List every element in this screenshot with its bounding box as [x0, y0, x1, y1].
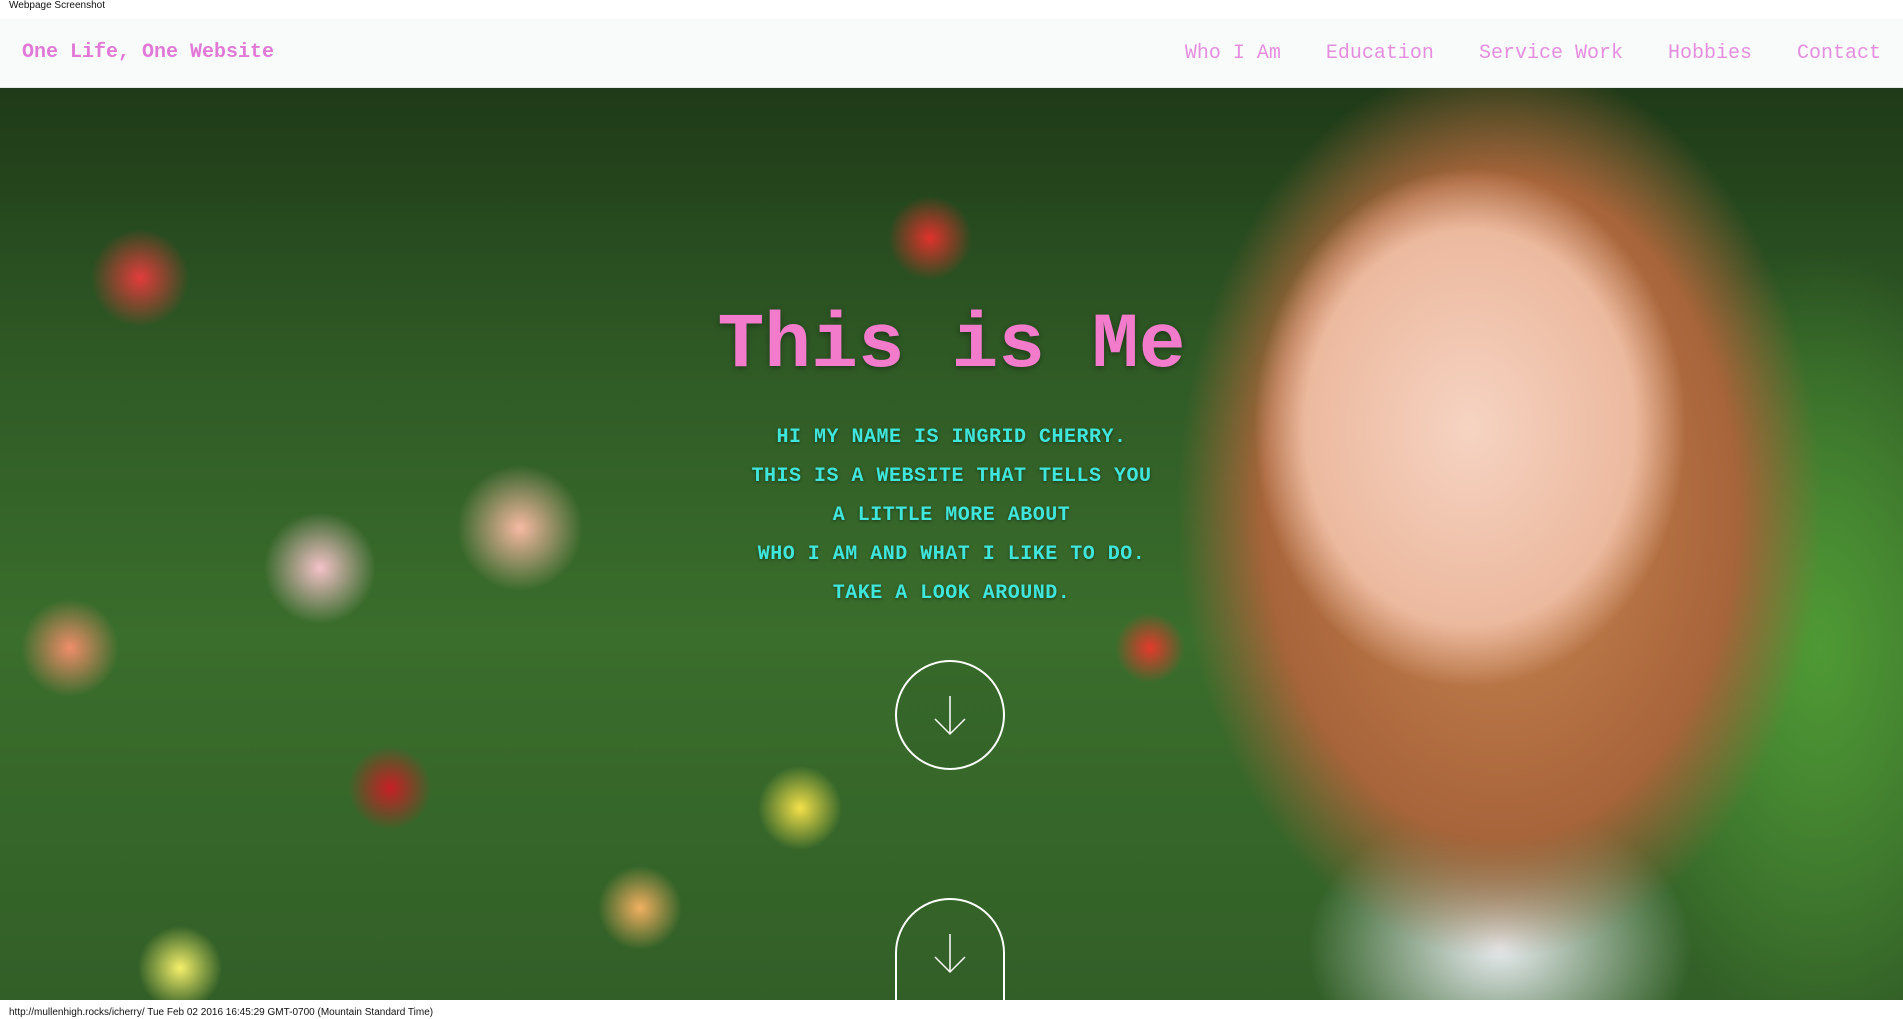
nav-link-hobbies[interactable]: Hobbies: [1668, 42, 1752, 65]
status-bar: http://mullenhigh.rocks/icherry/ Tue Feb…: [0, 1000, 1903, 1019]
intro-line: WHO I AM AND WHAT I LIKE TO DO.: [757, 543, 1146, 566]
hero-title: This is Me: [717, 302, 1186, 390]
intro-line: TAKE A LOOK AROUND.: [832, 582, 1071, 605]
site-brand-link[interactable]: One Life, One Website: [22, 41, 274, 64]
nav-link-service-work[interactable]: Service Work: [1479, 42, 1623, 65]
intro-line: A LITTLE MORE ABOUT: [832, 504, 1071, 527]
main-nav: Who I Am Education Service Work Hobbies …: [1185, 42, 1881, 65]
intro-line: HI MY NAME IS INGRID CHERRY.: [776, 426, 1127, 449]
scroll-down-button[interactable]: [895, 660, 1005, 770]
arrow-down-icon: [934, 934, 966, 974]
page: Webpage Screenshot One Life, One Website…: [0, 0, 1903, 1019]
nav-link-education[interactable]: Education: [1326, 42, 1434, 65]
hero-section: This is Me HI MY NAME IS INGRID CHERRY. …: [0, 88, 1903, 1000]
scroll-down-button-secondary[interactable]: [895, 898, 1005, 1000]
nav-link-who-i-am[interactable]: Who I Am: [1185, 42, 1281, 65]
hero-intro: HI MY NAME IS INGRID CHERRY. THIS IS A W…: [0, 418, 1903, 613]
top-navbar: One Life, One Website Who I Am Education…: [0, 19, 1903, 88]
nav-link-contact[interactable]: Contact: [1797, 42, 1881, 65]
arrow-down-icon: [934, 696, 966, 736]
status-url-timestamp: http://mullenhigh.rocks/icherry/ Tue Feb…: [9, 1007, 434, 1018]
capture-label: Webpage Screenshot: [9, 0, 105, 11]
intro-line: THIS IS A WEBSITE THAT TELLS YOU: [751, 465, 1152, 488]
